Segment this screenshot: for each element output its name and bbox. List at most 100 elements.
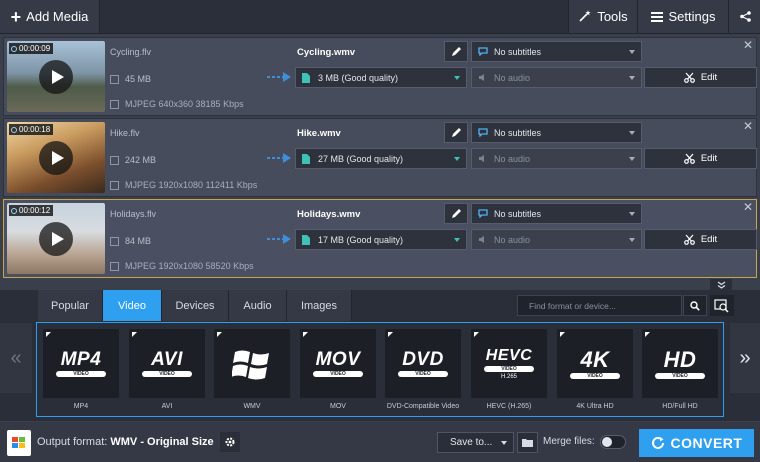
- film-icon: [110, 261, 119, 271]
- remove-file-button[interactable]: ✕: [743, 119, 753, 133]
- source-size: 242 MB: [110, 155, 156, 165]
- edit-button[interactable]: Edit: [644, 67, 757, 88]
- output-file-icon: [302, 234, 310, 245]
- scissors-icon: [683, 72, 695, 83]
- windows-logo-icon: [12, 437, 25, 448]
- output-settings-button[interactable]: [220, 432, 240, 452]
- device-detect-button[interactable]: [710, 295, 734, 316]
- play-icon[interactable]: [39, 222, 73, 256]
- output-filename[interactable]: Hike.wmv: [297, 128, 341, 139]
- format-tile-avi[interactable]: AVI VIDEO: [129, 329, 205, 398]
- clock-icon: [11, 45, 17, 52]
- hevc-logo: HEVC: [485, 346, 533, 364]
- remove-file-button[interactable]: ✕: [743, 38, 753, 52]
- play-icon[interactable]: [39, 141, 73, 175]
- format-label: 4K Ultra HD: [576, 403, 614, 410]
- quality-dropdown[interactable]: 3 MB (Good quality): [295, 67, 467, 88]
- search-button[interactable]: [683, 295, 707, 316]
- format-panel: Popular Video Devices Audio Images Find …: [0, 290, 760, 421]
- file-icon: [110, 236, 119, 246]
- search-icon: [690, 300, 700, 311]
- play-icon[interactable]: [39, 60, 73, 94]
- file-icon: [110, 155, 119, 165]
- file-row[interactable]: 00:00:18 Hike.flv 242 MB MJPEG 1920x1080…: [3, 118, 757, 197]
- subtitles-dropdown[interactable]: No subtitles: [471, 122, 642, 143]
- format-search-input[interactable]: Find format or device...: [517, 295, 682, 316]
- format-label: MOV: [330, 403, 346, 410]
- tab-devices[interactable]: Devices: [162, 290, 229, 321]
- edit-button[interactable]: Edit: [644, 148, 757, 169]
- windows-logo-icon: [232, 350, 269, 379]
- file-row-selected[interactable]: 00:00:12 Holidays.flv 84 MB MJPEG 1920x1…: [3, 199, 757, 278]
- edit-button[interactable]: Edit: [644, 229, 757, 250]
- open-folder-button[interactable]: [517, 432, 538, 453]
- rename-button[interactable]: [444, 41, 468, 62]
- rename-button[interactable]: [444, 203, 468, 224]
- save-to-dropdown[interactable]: Save to...: [437, 432, 514, 453]
- quality-dropdown[interactable]: 27 MB (Good quality): [295, 148, 467, 169]
- video-thumbnail[interactable]: 00:00:09: [7, 41, 105, 112]
- source-codec: MJPEG 1920x1080 112411 Kbps: [110, 180, 257, 190]
- output-filename[interactable]: Cycling.wmv: [297, 47, 355, 58]
- settings-button[interactable]: Settings: [637, 0, 728, 33]
- speaker-icon: [479, 155, 484, 162]
- format-label: AVI: [161, 403, 173, 410]
- chevron-down-icon: [501, 441, 507, 445]
- scissors-icon: [683, 234, 695, 245]
- video-thumbnail[interactable]: 00:00:12: [7, 203, 105, 274]
- audio-dropdown[interactable]: No audio: [471, 229, 642, 250]
- source-filename: Hike.flv: [110, 128, 140, 138]
- duration-badge: 00:00:18: [9, 124, 54, 135]
- add-media-button[interactable]: + Add Media: [0, 0, 100, 33]
- remove-file-button[interactable]: ✕: [743, 200, 753, 214]
- tools-button[interactable]: Tools: [568, 0, 637, 33]
- share-button[interactable]: [728, 0, 760, 33]
- tab-images[interactable]: Images: [287, 290, 352, 321]
- bottom-bar: Output format: WMV - Original Size Save …: [0, 422, 760, 462]
- format-tile-hevc[interactable]: HEVC VIDEO H.265: [471, 329, 547, 398]
- chevron-down-icon: [629, 76, 635, 80]
- subtitles-dropdown[interactable]: No subtitles: [471, 203, 642, 224]
- convert-arrow-icon: [267, 234, 291, 244]
- output-file-icon: [302, 153, 310, 164]
- file-row[interactable]: 00:00:09 Cycling.flv 45 MB MJPEG 640x360…: [3, 37, 757, 116]
- convert-button[interactable]: CONVERT: [639, 429, 754, 457]
- tab-video[interactable]: Video: [103, 290, 162, 321]
- format-tile-hd[interactable]: HD VIDEO: [642, 329, 718, 398]
- scroll-left-button[interactable]: «: [0, 323, 32, 393]
- hd-logo: HD: [663, 346, 697, 372]
- output-format-label: Output format: WMV - Original Size: [37, 436, 214, 448]
- film-icon: [110, 99, 119, 109]
- format-tile-mp4[interactable]: MP4 VIDEO: [43, 329, 119, 398]
- speaker-icon: [479, 74, 484, 81]
- output-filename[interactable]: Holidays.wmv: [297, 209, 360, 220]
- clock-icon: [11, 126, 17, 133]
- chevron-down-icon: [629, 212, 635, 216]
- subtitles-icon: [478, 47, 488, 56]
- quality-dropdown[interactable]: 17 MB (Good quality): [295, 229, 467, 250]
- format-tile-mov[interactable]: MOV VIDEO: [300, 329, 376, 398]
- merge-files-toggle[interactable]: [600, 435, 626, 449]
- format-tile-wmv[interactable]: [214, 329, 290, 398]
- audio-dropdown[interactable]: No audio: [471, 148, 642, 169]
- format-tile-dvd[interactable]: DVD VIDEO: [385, 329, 461, 398]
- rename-button[interactable]: [444, 122, 468, 143]
- subtitles-dropdown[interactable]: No subtitles: [471, 41, 642, 62]
- scroll-right-button[interactable]: »: [730, 323, 760, 393]
- settings-label: Settings: [668, 9, 716, 24]
- tab-popular[interactable]: Popular: [38, 290, 103, 321]
- device-search-icon: [714, 298, 729, 313]
- chevron-down-icon: [454, 157, 460, 161]
- format-tile-4k[interactable]: 4K VIDEO: [557, 329, 633, 398]
- plus-icon: +: [10, 6, 22, 27]
- convert-arrow-icon: [267, 153, 291, 163]
- subtitles-icon: [478, 128, 488, 137]
- duration-badge: 00:00:12: [9, 205, 54, 216]
- top-toolbar: + Add Media Tools Settings: [0, 0, 760, 34]
- audio-dropdown[interactable]: No audio: [471, 67, 642, 88]
- avi-logo: AVI: [151, 349, 183, 370]
- add-media-label: Add Media: [26, 9, 89, 24]
- video-thumbnail[interactable]: 00:00:18: [7, 122, 105, 193]
- merge-files-label: Merge files:: [543, 436, 595, 447]
- tab-audio[interactable]: Audio: [229, 290, 287, 321]
